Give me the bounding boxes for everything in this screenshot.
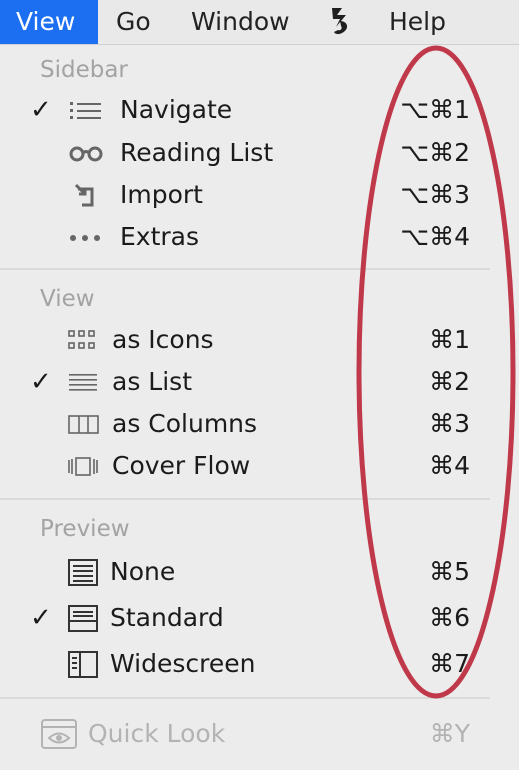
script-app-icon[interactable]	[326, 5, 354, 39]
glasses-icon	[69, 146, 103, 162]
menu-item-as-list[interactable]: ✓ as List ⌘2	[0, 362, 490, 402]
menu-item-navigate[interactable]: ✓ Navigate ⌥⌘1	[0, 90, 490, 130]
shortcut-label: ⌘3	[429, 409, 470, 438]
menu-item-reading-list[interactable]: Reading List ⌥⌘2	[0, 133, 490, 173]
section-title-sidebar: Sidebar	[40, 57, 128, 83]
columns-icon	[68, 415, 99, 434]
lines-icon	[69, 374, 97, 391]
menu-item-label: as Columns	[112, 409, 258, 438]
shortcut-label: ⌘4	[429, 451, 470, 480]
checkmark-icon: ✓	[30, 603, 52, 633]
menu-item-quick-look: Quick Look ⌘Y	[0, 714, 490, 754]
menu-item-widescreen[interactable]: Widescreen ⌘7	[0, 644, 490, 684]
preview-none-icon	[68, 559, 98, 586]
shortcut-label: ⌘6	[429, 603, 470, 632]
menu-item-as-columns[interactable]: as Columns ⌘3	[0, 404, 490, 444]
shortcut-label: ⌘Y	[429, 719, 470, 748]
menu-item-none[interactable]: None ⌘5	[0, 552, 490, 592]
menu-item-label: Widescreen	[110, 649, 256, 678]
menu-item-extras[interactable]: Extras ⌥⌘4	[0, 217, 490, 257]
menu-item-standard[interactable]: ✓ Standard ⌘6	[0, 598, 490, 638]
shortcut-label: ⌘1	[429, 325, 470, 354]
menu-item-label: Navigate	[120, 95, 233, 124]
menu-item-label: as Icons	[112, 325, 214, 354]
menu-bar: View Go Window Help	[0, 0, 519, 45]
menu-item-label: Import	[120, 180, 203, 209]
list-icon	[70, 102, 101, 119]
menu-separator	[0, 498, 490, 500]
shortcut-label: ⌘5	[429, 557, 470, 586]
preview-widescreen-icon	[68, 651, 98, 678]
menu-item-cover-flow[interactable]: Cover Flow ⌘4	[0, 446, 490, 486]
menu-item-label: Standard	[110, 603, 224, 632]
menu-separator	[0, 268, 490, 270]
menubar-window[interactable]: Window	[191, 0, 290, 44]
preview-standard-icon	[68, 605, 98, 632]
menubar-help[interactable]: Help	[389, 0, 446, 44]
ellipsis-icon	[70, 235, 100, 241]
menu-separator	[0, 697, 490, 699]
shortcut-label: ⌥⌘4	[400, 222, 470, 251]
import-icon	[74, 183, 94, 207]
grid-icon	[68, 330, 95, 349]
shortcut-label: ⌘2	[429, 367, 470, 396]
eye-icon	[41, 719, 77, 749]
menu-item-as-icons[interactable]: as Icons ⌘1	[0, 320, 490, 360]
view-menu-dropdown: Sidebar ✓ Navigate ⌥⌘1 Reading List ⌥⌘2 …	[0, 45, 519, 770]
menu-item-label: Reading List	[120, 138, 274, 167]
menu-item-label: Cover Flow	[112, 451, 251, 480]
checkmark-icon: ✓	[30, 367, 52, 397]
shortcut-label: ⌥⌘3	[400, 180, 470, 209]
shortcut-label: ⌥⌘1	[400, 95, 470, 124]
menu-item-label: as List	[112, 367, 192, 396]
shortcut-label: ⌥⌘2	[400, 138, 470, 167]
menubar-view[interactable]: View	[0, 0, 98, 44]
shortcut-label: ⌘7	[429, 649, 470, 678]
menubar-go[interactable]: Go	[116, 0, 151, 44]
menu-item-label: Quick Look	[88, 719, 226, 748]
menu-item-label: Extras	[120, 222, 200, 251]
checkmark-icon: ✓	[30, 95, 52, 125]
coverflow-icon	[68, 457, 98, 476]
section-title-preview: Preview	[40, 516, 130, 542]
menu-item-label: None	[110, 557, 176, 586]
menu-item-import[interactable]: Import ⌥⌘3	[0, 175, 490, 215]
section-title-view: View	[40, 286, 95, 312]
